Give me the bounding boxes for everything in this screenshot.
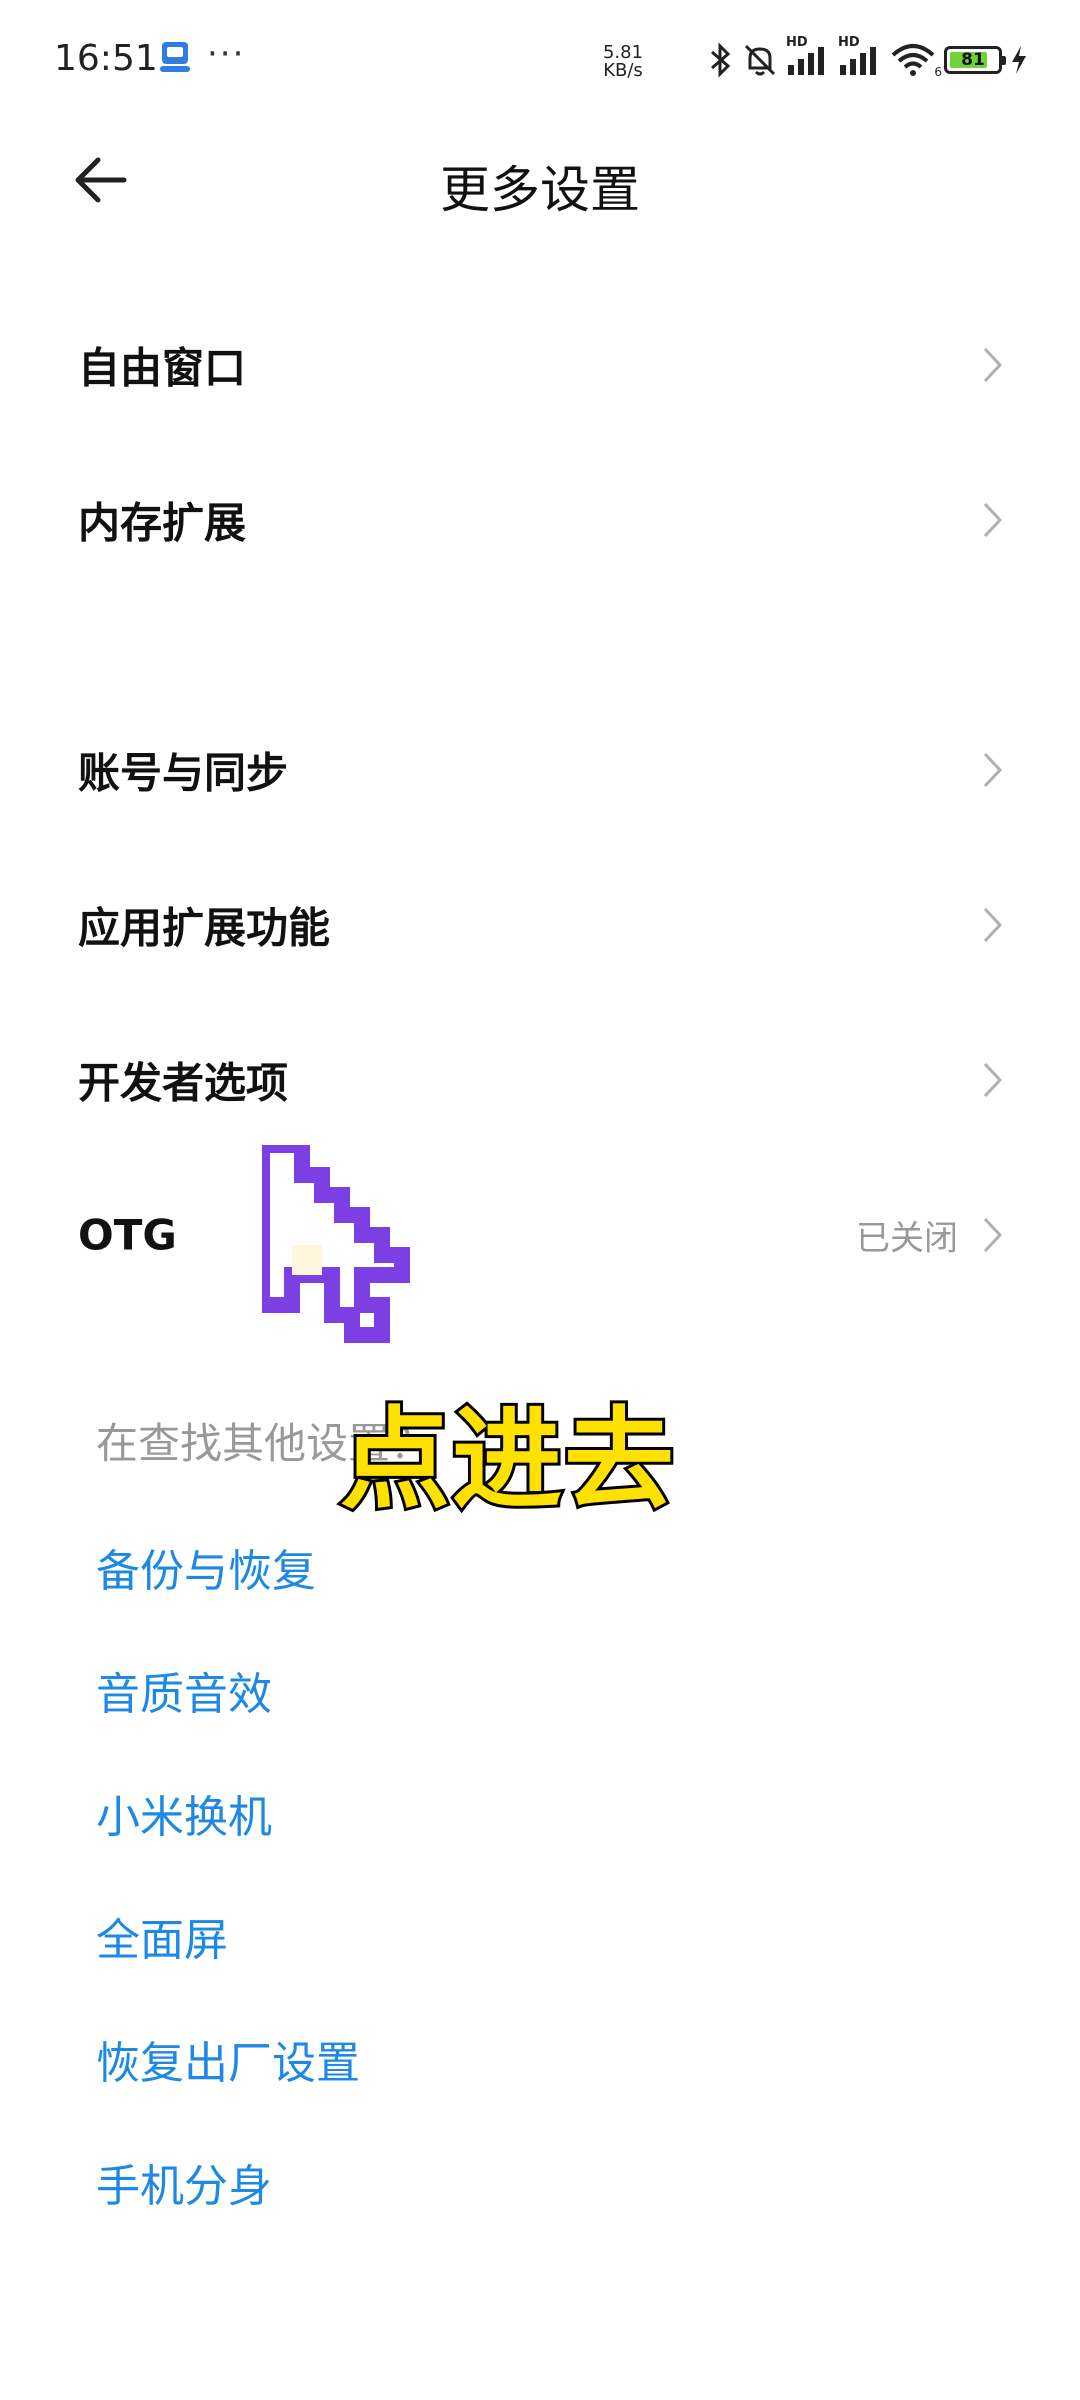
settings-item-developer-options[interactable]: 开发者选项 — [0, 1005, 1080, 1155]
network-speed-unit: KB/s — [603, 60, 643, 81]
network-speed: 5.81 KB/s — [600, 44, 646, 80]
app-notification-icon — [158, 40, 192, 74]
settings-item-memory-extension[interactable]: 内存扩展 — [0, 445, 1080, 595]
charging-bolt-icon — [1010, 45, 1028, 75]
suggestion-link[interactable]: 全面屏 — [96, 1904, 228, 1968]
page-title: 更多设置 — [440, 161, 640, 219]
chevron-right-icon — [983, 1062, 1003, 1098]
settings-item-label: 账号与同步 — [78, 748, 289, 798]
settings-item-label: 自由窗口 — [78, 343, 247, 393]
suggestion-link[interactable]: 音质音效 — [96, 1658, 272, 1722]
silent-bell-icon — [742, 42, 778, 78]
suggestion-link[interactable]: 小米换机 — [96, 1781, 272, 1845]
bluetooth-icon — [708, 42, 734, 78]
overlay-caption: 点进去 — [337, 1393, 677, 1527]
signal-icon: HD — [786, 35, 830, 77]
status-icons: HD HD 6 81 — [708, 35, 1028, 80]
status-bar: 16:51 ··· 5.81 KB/s HD HD 6 81 — [0, 0, 1080, 130]
app-header: 更多设置 — [0, 130, 1080, 230]
settings-item-otg[interactable]: OTG 已关闭 — [0, 1160, 1080, 1310]
battery-icon: 81 — [944, 46, 1006, 74]
chevron-right-icon — [983, 502, 1003, 538]
suggestion-link[interactable]: 手机分身 — [96, 2150, 272, 2214]
suggestion-link[interactable]: 备份与恢复 — [96, 1535, 316, 1599]
chevron-right-icon — [983, 907, 1003, 943]
chevron-right-icon — [983, 752, 1003, 788]
status-time: 16:51 — [54, 38, 158, 79]
signal-icon-2: HD — [838, 35, 882, 77]
settings-item-value: 已关闭 — [856, 1218, 958, 1259]
signal-hd-label: HD — [786, 35, 808, 50]
wifi-generation-label: 6 — [934, 65, 942, 79]
settings-item-label: 开发者选项 — [78, 1058, 289, 1108]
settings-item-label: 内存扩展 — [78, 498, 247, 548]
settings-item-free-window[interactable]: 自由窗口 — [0, 290, 1080, 440]
settings-item-app-extensions[interactable]: 应用扩展功能 — [0, 850, 1080, 1000]
settings-item-label: OTG — [78, 1210, 177, 1260]
battery-level: 81 — [961, 50, 985, 70]
signal-hd-label-2: HD — [838, 35, 860, 50]
settings-item-label: 应用扩展功能 — [78, 903, 331, 953]
cursor-pointer-icon — [262, 1145, 410, 1343]
more-notifications-indicator: ··· — [207, 34, 246, 74]
wifi-icon: 6 — [890, 43, 942, 79]
chevron-right-icon — [983, 1217, 1003, 1253]
chevron-right-icon — [983, 347, 1003, 383]
suggestion-link[interactable]: 恢复出厂设置 — [96, 2027, 360, 2091]
settings-item-account-sync[interactable]: 账号与同步 — [0, 695, 1080, 845]
